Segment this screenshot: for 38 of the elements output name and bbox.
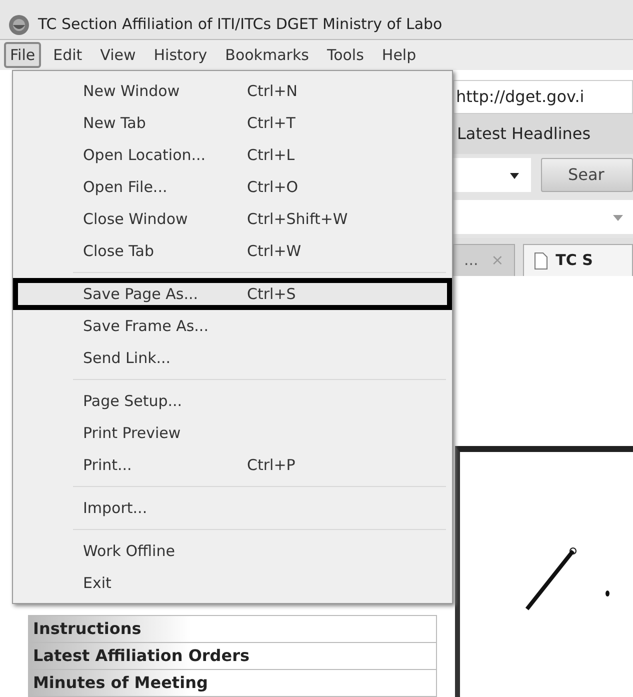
menu-item[interactable]: History [148,42,214,68]
menu-item[interactable]: Work Offline [13,535,452,567]
search-engine-dropdown[interactable] [453,158,531,192]
dropdown-icon [510,172,519,179]
app-icon [8,14,30,36]
menu-item[interactable]: Open Location... Ctrl+L [13,139,452,171]
menu-item[interactable]: Save Page As... Ctrl+S [13,278,452,310]
menu-item[interactable]: New Window Ctrl+N [13,75,452,107]
sidebar-link[interactable]: Instructions [28,616,437,643]
menu-item[interactable]: File [4,42,42,68]
menu-item[interactable]: Tools [320,42,370,68]
menu-item[interactable]: Import... [13,492,452,524]
address-field[interactable]: http://dget.gov.i [453,80,633,114]
menu-item[interactable]: Bookmarks [219,42,315,68]
menu-item[interactable]: Print Preview [13,417,452,449]
menu-item[interactable]: Close Window Ctrl+Shift+W [13,203,452,235]
menu-item[interactable]: New Tab Ctrl+T [13,107,452,139]
menu-item[interactable]: Help [376,42,422,68]
sidebar-link[interactable]: Latest Affiliation Orders [28,643,437,670]
url-dropdown[interactable] [453,200,633,234]
browser-tab[interactable]: ... × [453,244,515,276]
menu-item[interactable]: Exit [13,567,452,599]
page-icon [534,252,548,270]
menu-item[interactable]: Send Link... [13,342,452,374]
search-button[interactable]: Sear [541,158,633,192]
menu-item[interactable]: Page Setup... [13,385,452,417]
menu-item[interactable]: Open File... Ctrl+O [13,171,452,203]
line-stroke-drawing [525,547,577,611]
menu-item[interactable]: View [94,42,142,68]
menu-item[interactable]: Close Tab Ctrl+W [13,235,452,267]
dot-icon [605,590,610,597]
menu-item[interactable]: Save Frame As... [13,310,452,342]
dropdown-icon [613,214,623,221]
sidebar-link[interactable]: Minutes of Meeting [28,670,437,697]
menu-item[interactable]: Edit [47,42,88,68]
menu-item[interactable]: Print... Ctrl+P [13,449,452,481]
window-title: TC Section Affiliation of ITI/ITCs DGET Ministry of Labo [38,14,442,36]
browser-tab[interactable]: TC S [522,244,633,276]
